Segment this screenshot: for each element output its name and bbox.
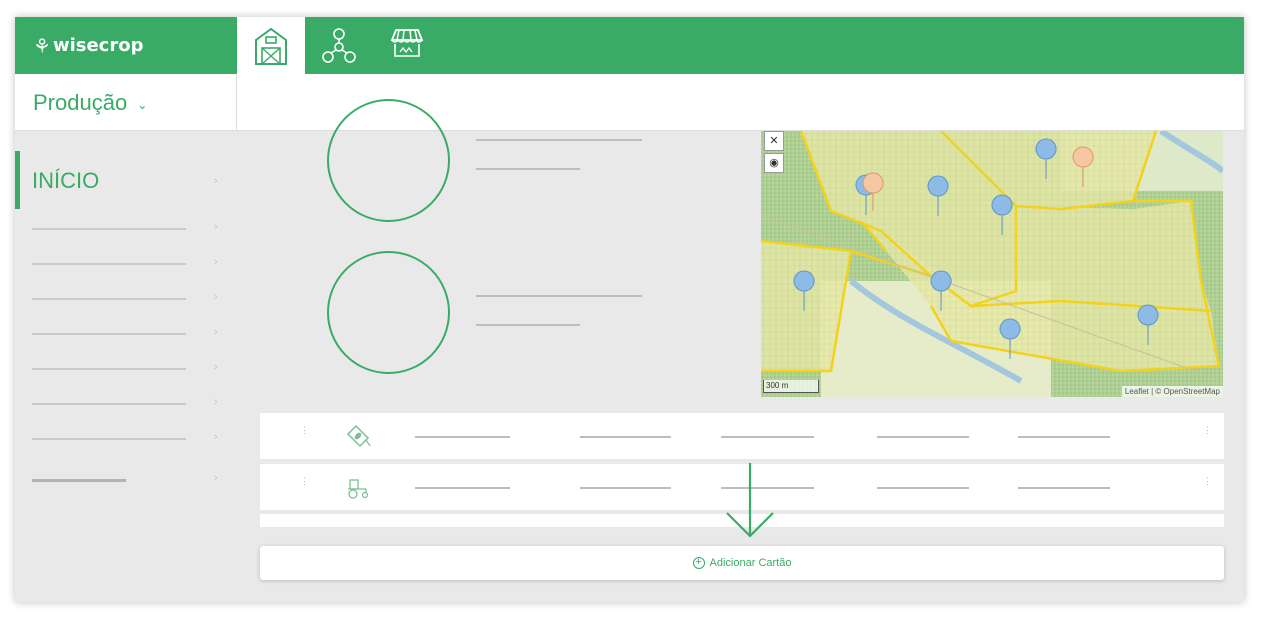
add-circle-icon: +: [692, 557, 705, 569]
placeholder-bar: [32, 263, 186, 265]
active-indicator: [15, 151, 20, 209]
row-menu-icon[interactable]: ⋮: [1203, 426, 1212, 435]
placeholder-line: [1018, 487, 1110, 489]
top-navbar: ⚘ wisecrop: [15, 17, 1244, 74]
sidebar-item-label: INÍCIO: [32, 168, 100, 193]
sprout-icon: ⚘: [33, 33, 51, 58]
sub-header: Produção ⌄: [15, 74, 1244, 131]
placeholder-line: [877, 436, 969, 438]
placeholder-line: [476, 324, 580, 326]
app-window: ⚘ wisecrop Produção ⌄ INÍCIO › › › › › ›…: [15, 17, 1244, 602]
arrow-down-icon: [726, 463, 774, 538]
nav-network[interactable]: [305, 17, 373, 74]
barn-icon: [255, 27, 287, 65]
placeholder-bar: [32, 368, 186, 370]
placeholder-bar: [32, 438, 186, 440]
brand-name: wisecrop: [52, 35, 144, 56]
placeholder-line: [415, 436, 510, 438]
sidebar-item[interactable]: ›: [15, 427, 237, 451]
placeholder-bar: [32, 228, 186, 230]
chevron-right-icon: ›: [214, 256, 218, 268]
placeholder-line: [476, 139, 642, 141]
chevron-right-icon: ›: [214, 326, 218, 338]
add-card-button[interactable]: + Adicionar Cartão: [260, 546, 1224, 580]
placeholder-bar: [32, 298, 186, 300]
chevron-right-icon: ›: [214, 396, 218, 408]
sidebar-item[interactable]: ›: [15, 287, 237, 311]
chevron-right-icon: ›: [214, 221, 218, 233]
placeholder-line: [877, 487, 969, 489]
sidebar-item[interactable]: ›: [15, 357, 237, 381]
locate-icon[interactable]: ◉: [764, 153, 784, 173]
map-canvas: [761, 131, 1223, 397]
stat-circle: [327, 99, 450, 222]
map-attribution[interactable]: Leaflet | © OpenStreetMap: [1121, 386, 1223, 397]
chevron-down-icon: ⌄: [137, 97, 148, 112]
sidebar-item-inicio[interactable]: INÍCIO ›: [15, 151, 237, 209]
chevron-right-icon: ›: [214, 291, 218, 303]
placeholder-line: [415, 487, 510, 489]
sidebar-item[interactable]: ›: [15, 322, 237, 346]
placeholder-bar: [32, 403, 186, 405]
placeholder-line: [580, 487, 671, 489]
sidebar-item[interactable]: ›: [15, 392, 237, 416]
network-icon: [322, 27, 356, 63]
sidebar-item[interactable]: ›: [15, 252, 237, 276]
map-scale: 300 m: [763, 380, 819, 393]
sidebar: INÍCIO › › › › › › › › ›: [15, 131, 237, 602]
chevron-right-icon: ›: [214, 361, 218, 373]
seed-tag-icon: [346, 424, 371, 448]
chevron-right-icon: ›: [214, 175, 218, 187]
placeholder-line: [580, 436, 671, 438]
production-selector[interactable]: Produção ⌄: [15, 74, 237, 131]
placeholder-bar: [32, 479, 126, 482]
market-stall-icon: [390, 28, 424, 57]
placeholder-bar: [32, 333, 186, 335]
sidebar-item[interactable]: ›: [15, 468, 237, 492]
list-item[interactable]: ⋮ ⋮: [260, 413, 1224, 459]
farm-map[interactable]: ✕ ◉ 300 m Leaflet | © OpenStreetMap: [761, 131, 1223, 397]
placeholder-line: [476, 168, 580, 170]
stat-circle: [327, 251, 450, 374]
fullscreen-icon[interactable]: ✕: [764, 131, 784, 151]
add-card-label: Adicionar Cartão: [709, 557, 792, 569]
sidebar-item[interactable]: ›: [15, 217, 237, 241]
placeholder-line: [476, 295, 642, 297]
placeholder-line: [721, 436, 814, 438]
chevron-right-icon: ›: [214, 431, 218, 443]
brand-logo[interactable]: ⚘ wisecrop: [15, 17, 237, 74]
chevron-right-icon: ›: [214, 472, 218, 484]
nav-market[interactable]: [373, 17, 441, 74]
placeholder-line: [1018, 436, 1110, 438]
drag-handle-icon[interactable]: ⋮: [300, 426, 309, 435]
selector-label: Produção: [33, 89, 128, 115]
nav-production[interactable]: [237, 17, 305, 74]
tractor-icon: [348, 479, 369, 499]
row-menu-icon[interactable]: ⋮: [1203, 477, 1212, 486]
drag-handle-icon[interactable]: ⋮: [300, 477, 309, 486]
